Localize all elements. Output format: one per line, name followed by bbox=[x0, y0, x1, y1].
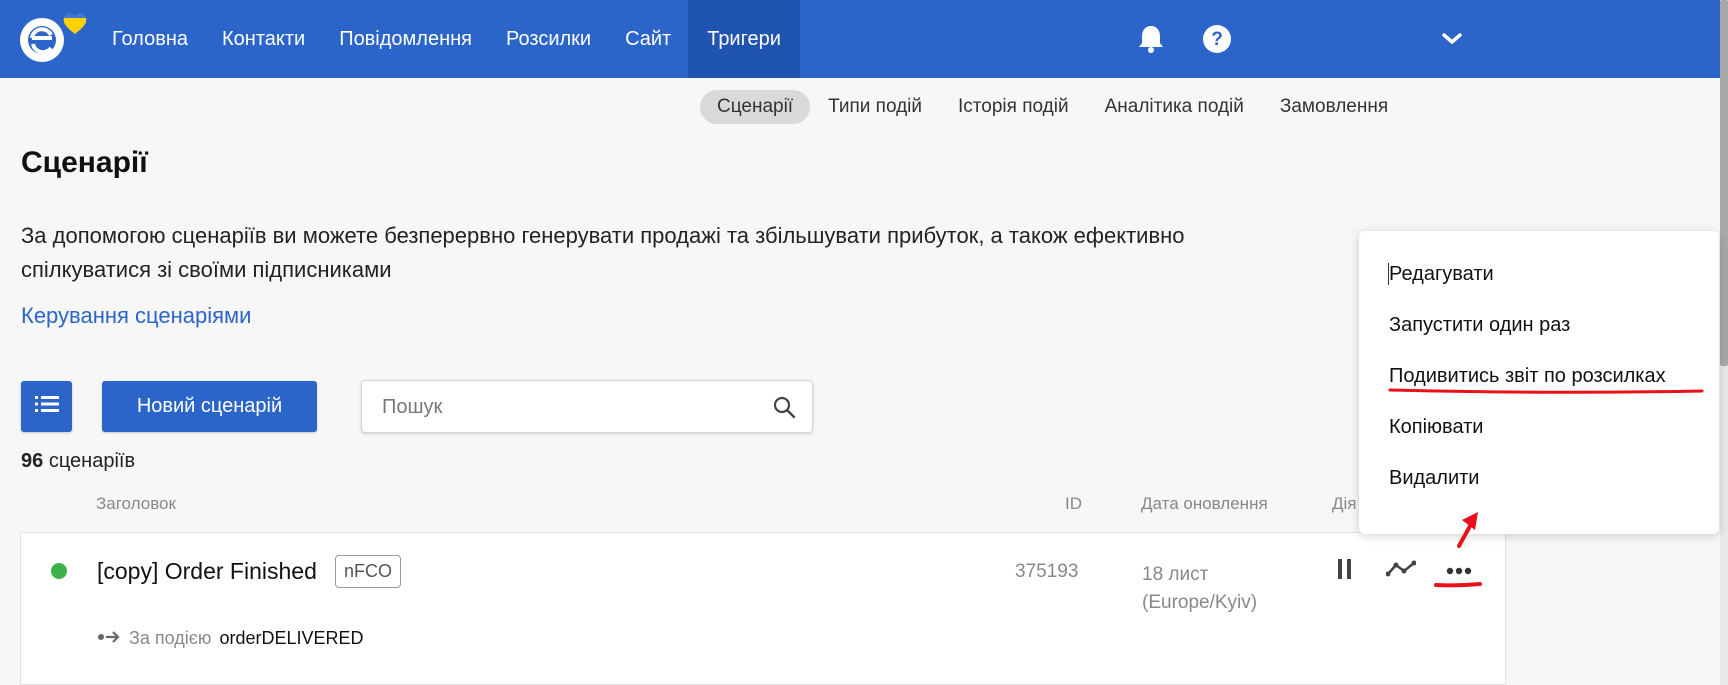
nav-item-site[interactable]: Сайт bbox=[608, 0, 688, 78]
menu-item-edit[interactable]: Редагувати bbox=[1389, 263, 1494, 286]
search-box bbox=[361, 380, 813, 433]
trigger-info: За подією orderDELIVERED bbox=[97, 628, 364, 649]
nav-item-messages[interactable]: Повідомлення bbox=[322, 0, 489, 78]
main-nav: Головна Контакти Повідомлення Розсилки С… bbox=[95, 0, 800, 78]
date-line: 18 лист bbox=[1142, 564, 1209, 585]
column-header-id[interactable]: ID bbox=[1065, 494, 1082, 514]
new-scenario-button[interactable]: Новий сценарій bbox=[102, 381, 317, 432]
nav-item-campaigns[interactable]: Розсилки bbox=[489, 0, 608, 78]
tab-event-history[interactable]: Історія подій bbox=[940, 90, 1087, 124]
more-dots-icon bbox=[1446, 562, 1472, 580]
scenario-updated-date: 18 лист (Europe/Kyiv) bbox=[1142, 561, 1257, 617]
list-view-button[interactable] bbox=[21, 381, 72, 432]
nav-item-contacts[interactable]: Контакти bbox=[205, 0, 322, 78]
menu-item-copy[interactable]: Копіювати bbox=[1389, 416, 1483, 439]
search-icon[interactable] bbox=[772, 395, 796, 419]
menu-item-run-once[interactable]: Запустити один раз bbox=[1389, 314, 1570, 337]
tab-event-types[interactable]: Типи подій bbox=[810, 90, 940, 124]
tab-scenarios[interactable]: Сценарії bbox=[700, 90, 811, 124]
svg-text:?: ? bbox=[1211, 29, 1223, 50]
scenario-count-number: 96 bbox=[21, 450, 44, 472]
logo[interactable] bbox=[18, 8, 96, 70]
pause-button[interactable] bbox=[1327, 553, 1363, 589]
scrollbar-thumb[interactable] bbox=[1720, 0, 1728, 366]
bell-icon[interactable] bbox=[1133, 21, 1169, 57]
trigger-label: За подією bbox=[129, 628, 212, 648]
tab-orders[interactable]: Замовлення bbox=[1262, 90, 1406, 124]
actions-dropdown-menu: Редагувати Запустити один раз Подивитись… bbox=[1359, 231, 1719, 534]
trigger-event-name: orderDELIVERED bbox=[219, 628, 364, 648]
scenario-count-label: сценаріїв bbox=[48, 450, 136, 472]
sub-nav: Сценарії Типи подій Історія подій Аналіт… bbox=[700, 90, 1406, 124]
help-icon[interactable]: ? bbox=[1199, 21, 1235, 57]
top-navbar: Головна Контакти Повідомлення Розсилки С… bbox=[0, 0, 1720, 78]
tab-event-analytics[interactable]: Аналітика подій bbox=[1087, 90, 1262, 124]
more-actions-button[interactable] bbox=[1441, 553, 1477, 589]
table-row[interactable]: [copy] Order Finished nFCO 375193 18 лис… bbox=[20, 532, 1506, 685]
status-active-dot bbox=[51, 563, 67, 579]
timezone-line: (Europe/Kyiv) bbox=[1142, 592, 1258, 613]
scenario-title[interactable]: [copy] Order Finished bbox=[97, 558, 317, 585]
scenario-tag: nFCO bbox=[335, 555, 402, 588]
search-input[interactable] bbox=[382, 393, 752, 421]
column-header-title[interactable]: Заголовок bbox=[96, 494, 176, 514]
menu-item-view-report[interactable]: Подивитись звіт по розсилках bbox=[1389, 365, 1666, 388]
event-arrow-icon bbox=[97, 628, 121, 649]
page-description: За допомогою сценаріїв ви можете безпере… bbox=[21, 223, 1185, 282]
pause-icon bbox=[1337, 558, 1353, 585]
column-header-actions: Дія bbox=[1332, 494, 1357, 513]
scenario-id: 375193 bbox=[1015, 561, 1079, 582]
line-chart-icon bbox=[1385, 560, 1417, 583]
scenario-count: 96 сценаріїв bbox=[21, 450, 135, 473]
list-icon bbox=[34, 395, 59, 418]
nav-item-triggers[interactable]: Тригери bbox=[688, 0, 800, 78]
chevron-down-icon[interactable] bbox=[1434, 21, 1470, 57]
page-title: Сценарії bbox=[21, 146, 148, 179]
manage-scenarios-link[interactable]: Керування сценаріями bbox=[21, 303, 251, 329]
menu-item-delete[interactable]: Видалити bbox=[1389, 467, 1479, 490]
page-scrollbar[interactable] bbox=[1720, 0, 1728, 685]
nav-item-home[interactable]: Головна bbox=[95, 0, 205, 78]
column-header-updated[interactable]: Дата оновлення bbox=[1141, 494, 1268, 514]
analytics-button[interactable] bbox=[1383, 553, 1419, 589]
